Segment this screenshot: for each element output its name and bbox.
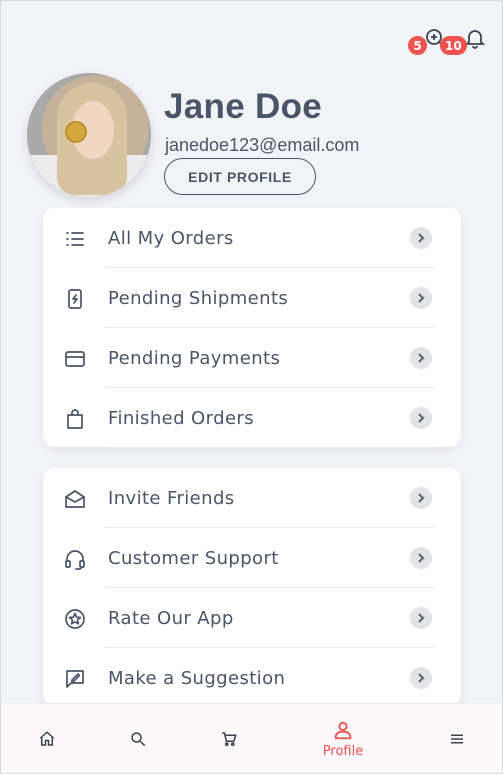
bottom-navigation: Profile <box>1 703 502 773</box>
star-circle-icon <box>63 607 87 631</box>
menu-item-label: Rate Our App <box>108 608 234 629</box>
shopping-bag-icon <box>63 407 87 431</box>
menu-icon <box>451 734 463 744</box>
menu-item-invite-friends[interactable]: Invite Friends <box>43 468 461 528</box>
menu-item-label: Finished Orders <box>108 408 254 429</box>
menu-item-make-suggestion[interactable]: Make a Suggestion <box>43 648 461 708</box>
search-icon <box>131 732 146 747</box>
edit-note-icon <box>63 667 87 691</box>
menu-item-pending-payments[interactable]: Pending Payments <box>43 328 461 388</box>
edit-profile-button[interactable]: EDIT PROFILE <box>164 158 316 195</box>
menu-item-label: Customer Support <box>108 548 279 569</box>
avatar[interactable] <box>27 73 151 197</box>
nav-profile[interactable]: Profile <box>313 704 373 774</box>
chevron-right-icon <box>410 347 432 369</box>
chevron-right-icon <box>410 667 432 689</box>
home-icon <box>39 731 55 746</box>
nav-search[interactable] <box>128 704 148 774</box>
menu-item-label: Invite Friends <box>108 488 235 509</box>
nav-home[interactable] <box>37 704 57 774</box>
menu-item-pending-shipments[interactable]: Pending Shipments <box>43 268 461 328</box>
top-actions: 5 10 <box>408 25 488 55</box>
nav-profile-label: Profile <box>322 744 364 759</box>
chevron-right-icon <box>410 607 432 629</box>
menu-item-rate-app[interactable]: Rate Our App <box>43 588 461 648</box>
open-mail-icon <box>63 487 87 511</box>
nav-cart[interactable] <box>219 704 239 774</box>
credit-card-icon <box>63 347 87 371</box>
notifications-button[interactable]: 10 <box>440 25 488 55</box>
headset-icon <box>63 547 87 571</box>
profile-email: janedoe123@email.com <box>165 135 360 155</box>
search-plus-badge: 5 <box>408 36 427 55</box>
profile-header: Jane Doe janedoe123@email.com EDIT PROFI… <box>27 73 487 198</box>
orders-card: All My Orders Pending Shipments Pending … <box>43 208 461 448</box>
menu-item-finished-orders[interactable]: Finished Orders <box>43 388 461 448</box>
notifications-badge: 10 <box>440 36 467 55</box>
chevron-right-icon <box>410 227 432 249</box>
nav-menu[interactable] <box>447 704 467 774</box>
profile-name: Jane Doe <box>164 87 323 126</box>
profile-icon <box>334 721 352 740</box>
menu-item-label: Pending Shipments <box>108 288 289 309</box>
menu-item-label: Make a Suggestion <box>108 668 286 689</box>
menu-item-label: Pending Payments <box>108 348 281 369</box>
menu-item-label: All My Orders <box>108 228 234 249</box>
phone-charging-icon <box>63 287 87 311</box>
menu-item-customer-support[interactable]: Customer Support <box>43 528 461 588</box>
cart-icon <box>222 732 237 747</box>
divider <box>105 447 436 448</box>
chevron-right-icon <box>410 487 432 509</box>
list-icon <box>63 227 87 251</box>
support-card: Invite Friends Customer Support Rate Our… <box>43 468 461 708</box>
chevron-right-icon <box>410 287 432 309</box>
chevron-right-icon <box>410 407 432 429</box>
menu-item-all-orders[interactable]: All My Orders <box>43 208 461 268</box>
chevron-right-icon <box>410 547 432 569</box>
